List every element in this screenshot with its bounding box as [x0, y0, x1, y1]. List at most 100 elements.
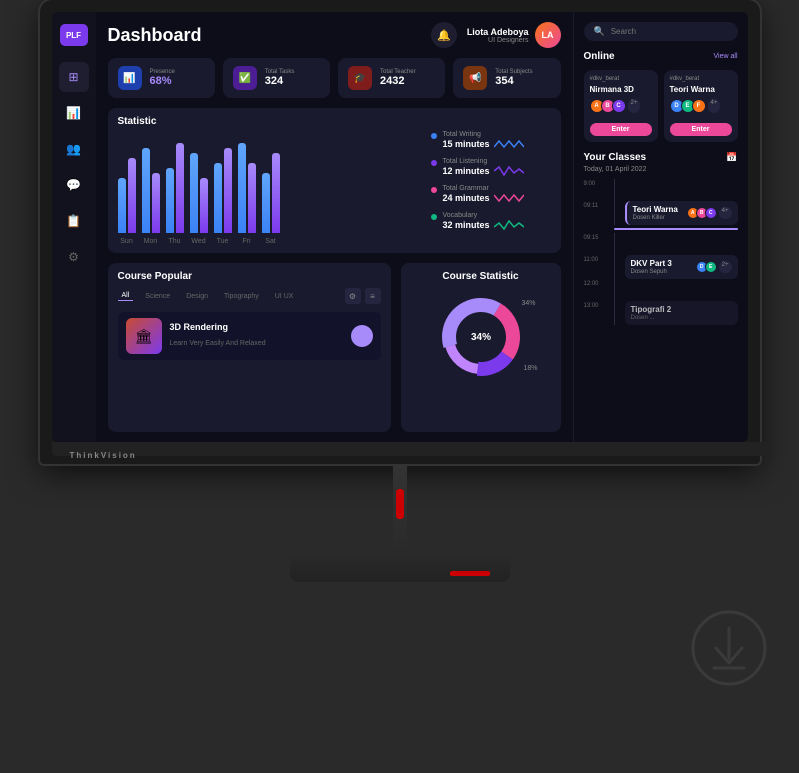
bar-group-tue: Tue — [214, 148, 232, 245]
course-statistic-section: Course Statistic — [401, 263, 561, 432]
time-line-2 — [614, 201, 615, 225]
bar-group-wed: Wed — [190, 153, 208, 245]
course-popular-title: Course Popular — [118, 271, 381, 282]
bottom-row: Course Popular All Science Design Tipogr… — [108, 263, 561, 432]
bar-tue-purple — [224, 148, 232, 233]
monitor-neck — [393, 464, 407, 554]
sidebar-item-users[interactable]: 👥 — [59, 134, 89, 164]
card-name-1: Nirmana 3D — [590, 85, 652, 94]
online-title: Online — [584, 51, 615, 62]
donut-chart: 34% 34% 18% — [436, 292, 526, 382]
filter-tab-all[interactable]: All — [118, 291, 134, 301]
class-avatar-3: C — [705, 207, 717, 219]
legend-value-vocabulary: 32 minutes — [443, 220, 490, 230]
time-label-1200: 12:00 — [584, 279, 608, 287]
stat-card-presence: 📊 Presence 68% — [108, 58, 215, 98]
search-box[interactable]: 🔍 — [584, 22, 738, 41]
course-bubble — [351, 325, 373, 347]
legend-listening: Total Listening 12 minutes — [431, 158, 551, 177]
enter-button-2[interactable]: Enter — [670, 123, 732, 136]
bar-label-tue: Tue — [217, 238, 229, 245]
time-row-1100: 11:00 DKV Part 3 Dosen Sepuh D E — [584, 255, 738, 279]
bar-group-sat: Sat — [262, 153, 280, 245]
bar-label-sun: Sun — [120, 238, 132, 245]
notification-button[interactable]: 🔔 — [431, 22, 457, 48]
monitor: PLF ⊞ 📊 👥 💬 📋 ⚙ Dashboard 🔔 L — [0, 0, 799, 773]
timeline: 9:00 09:11 Teori Warna Dosen Killer — [584, 179, 738, 325]
monitor-screen: PLF ⊞ 📊 👥 💬 📋 ⚙ Dashboard 🔔 L — [52, 12, 748, 442]
bar-thu-purple — [176, 143, 184, 233]
user-avatar[interactable]: LA — [535, 22, 561, 48]
legend-dot-vocabulary — [431, 214, 437, 220]
sidebar-item-chat[interactable]: 💬 — [59, 170, 89, 200]
course-popular-section: Course Popular All Science Design Tipogr… — [108, 263, 391, 432]
sidebar-item-tasks[interactable]: 📋 — [59, 206, 89, 236]
class-card-tipografi[interactable]: Tipografi 2 Dosen ... — [625, 301, 738, 325]
course-item[interactable]: 🏛 3D Rendering Learn Very Easily And Rel… — [118, 312, 381, 360]
chart-legend: Total Writing 15 minutes Total Listening — [431, 116, 551, 245]
time-label-0911: 09:11 — [584, 201, 608, 209]
legend-label-writing: Total Writing — [443, 131, 524, 138]
filter-tab-uiux[interactable]: UI UX — [271, 292, 298, 301]
online-cards: #dkv_berat Nirmana 3D A B C 2+ Enter — [584, 70, 738, 142]
stats-row: 📊 Presence 68% ✅ Total Tasks 324 — [108, 58, 561, 98]
user-name: Liota Adeboya — [467, 27, 529, 37]
filter-settings-icon[interactable]: ⚙ — [345, 288, 361, 304]
bar-wed-purple — [200, 178, 208, 233]
bar-group-sun: Sun — [118, 158, 136, 245]
filter-tab-science[interactable]: Science — [141, 292, 174, 301]
bar-label-sat: Sat — [265, 238, 276, 245]
filter-tab-typography[interactable]: Tipography — [220, 292, 263, 301]
page-header: Dashboard 🔔 Liota Adeboya UI Designers L… — [108, 22, 561, 48]
user-role: UI Designers — [467, 37, 529, 44]
time-line-4 — [614, 255, 615, 279]
online-card-nirmana: #dkv_berat Nirmana 3D A B C 2+ Enter — [584, 70, 658, 142]
legend-vocabulary: Vocabulary 32 minutes — [431, 212, 551, 231]
enter-button-1[interactable]: Enter — [590, 123, 652, 136]
avatar-6: F — [692, 99, 706, 113]
legend-label-listening: Total Listening — [443, 158, 524, 165]
class-teacher-dkv: Dosen Sepuh — [631, 269, 667, 275]
filter-tab-design[interactable]: Design — [182, 292, 212, 301]
header-right: 🔔 Liota Adeboya UI Designers LA — [431, 22, 561, 48]
course-statistic-title: Course Statistic — [442, 271, 518, 282]
bar-tue-blue — [214, 163, 222, 233]
svg-text:34%: 34% — [470, 332, 490, 343]
progress-line — [614, 228, 738, 230]
sidebar-item-grid[interactable]: ⊞ — [59, 62, 89, 92]
bar-label-fri: Fri — [242, 238, 250, 245]
search-input[interactable] — [611, 27, 728, 36]
bar-fri-purple — [248, 163, 256, 233]
subjects-icon: 📢 — [463, 66, 487, 90]
bar-sat-blue — [262, 173, 270, 233]
card-tag-2: #dkv_berat — [670, 76, 732, 82]
legend-value-grammar: 24 minutes — [443, 193, 490, 203]
bar-group-fri: Fri — [238, 143, 256, 245]
stat-card-teacher: 🎓 Total Teacher 2432 — [338, 58, 445, 98]
bar-sun-blue — [118, 178, 126, 233]
class-name-teori: Teori Warna — [633, 205, 678, 214]
class-card-teori[interactable]: Teori Warna Dosen Killer A B C 4+ — [625, 201, 738, 225]
time-line — [614, 179, 615, 201]
time-line-5 — [614, 279, 615, 301]
page-title: Dashboard — [108, 25, 202, 46]
teacher-icon: 🎓 — [348, 66, 372, 90]
class-avatar-5: E — [705, 261, 717, 273]
legend-dot-grammar — [431, 187, 437, 193]
calendar-icon[interactable]: 📅 — [726, 152, 737, 163]
tasks-icon: ✅ — [233, 66, 257, 90]
legend-dot-writing — [431, 133, 437, 139]
right-panel: 🔍 Online View all #dkv_berat Nirmana 3D — [573, 12, 748, 442]
class-card-dkv[interactable]: DKV Part 3 Dosen Sepuh D E 2+ — [625, 255, 738, 279]
online-section: Online View all #dkv_berat Nirmana 3D A … — [584, 51, 738, 142]
sidebar-item-chart[interactable]: 📊 — [59, 98, 89, 128]
sidebar-item-settings[interactable]: ⚙ — [59, 242, 89, 272]
time-row-1200: 12:00 — [584, 279, 738, 301]
filter-layout-icon[interactable]: ≡ — [365, 288, 381, 304]
chart-title: Statistic — [118, 116, 421, 127]
view-all-button[interactable]: View all — [714, 53, 738, 60]
time-label-1100: 11:00 — [584, 255, 608, 263]
neck-accent — [396, 489, 404, 519]
legend-label-grammar: Total Grammar — [443, 185, 524, 192]
course-thumbnail: 🏛 — [126, 318, 162, 354]
